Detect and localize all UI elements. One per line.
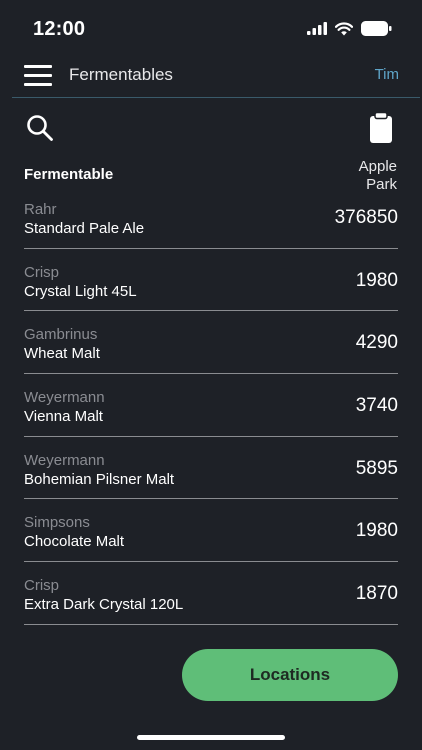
nav-divider	[12, 97, 420, 98]
hamburger-icon-line	[24, 74, 52, 77]
item-quantity: 4290	[355, 332, 398, 354]
list-item[interactable]: Weyermann Vienna Malt 3740	[24, 374, 398, 437]
nav-bar: Fermentables Tim	[0, 58, 422, 98]
list-item[interactable]: Weyermann Bohemian Pilsner Malt 5895	[24, 437, 398, 500]
fermentable-column-header: Fermentable	[24, 166, 114, 183]
item-brand: Gambrinus	[24, 326, 98, 344]
user-link[interactable]: Tim	[375, 66, 399, 83]
item-quantity: 1870	[355, 583, 398, 605]
search-button[interactable]	[26, 114, 54, 142]
item-name: Wheat Malt	[24, 345, 100, 363]
item-brand: Simpsons	[24, 514, 90, 532]
battery-icon	[361, 21, 392, 36]
item-quantity: 1980	[355, 269, 398, 291]
cellular-signal-icon	[307, 22, 327, 35]
home-indicator[interactable]	[137, 735, 285, 740]
item-name: Vienna Malt	[24, 408, 103, 426]
item-brand: Weyermann	[24, 451, 105, 469]
list-item[interactable]: Crisp Extra Dark Crystal 120L 1870	[24, 562, 398, 625]
item-brand: Crisp	[24, 263, 60, 281]
item-name: Bohemian Pilsner Malt	[24, 470, 175, 488]
locations-button[interactable]: Locations	[182, 649, 398, 701]
wifi-icon	[335, 21, 353, 35]
item-name: Crystal Light 45L	[24, 282, 137, 300]
list-item[interactable]: Simpsons Chocolate Malt 1980	[24, 499, 398, 563]
hamburger-icon	[24, 65, 52, 68]
search-icon	[27, 115, 53, 141]
clipboard-icon	[370, 111, 392, 143]
page-title: Fermentables	[69, 65, 173, 84]
item-quantity: 5895	[355, 457, 398, 479]
status-bar: 12:00	[0, 0, 422, 58]
item-brand: Crisp	[24, 577, 60, 595]
item-quantity: 1980	[355, 520, 398, 542]
clipboard-button[interactable]	[369, 111, 393, 144]
hamburger-icon-line	[24, 83, 52, 86]
fermentable-list: Rahr Standard Pale Ale 376850 Crisp Crys…	[24, 186, 398, 625]
list-item[interactable]: Gambrinus Wheat Malt 4290	[24, 311, 398, 375]
item-quantity: 376850	[334, 207, 398, 228]
item-name: Chocolate Malt	[24, 533, 125, 551]
item-brand: Weyermann	[24, 389, 105, 407]
list-item[interactable]: Rahr Standard Pale Ale 376850	[24, 186, 398, 249]
list-item[interactable]: Crisp Crystal Light 45L 1980	[24, 249, 398, 312]
item-brand: Rahr	[24, 201, 57, 218]
item-quantity: 3740	[355, 395, 398, 417]
location-header-line1: Apple	[358, 158, 397, 175]
status-icons	[307, 21, 392, 36]
status-time: 12:00	[33, 18, 86, 40]
menu-button[interactable]	[24, 65, 52, 87]
item-name: Extra Dark Crystal 120L	[24, 596, 184, 614]
item-name: Standard Pale Ale	[24, 220, 145, 237]
